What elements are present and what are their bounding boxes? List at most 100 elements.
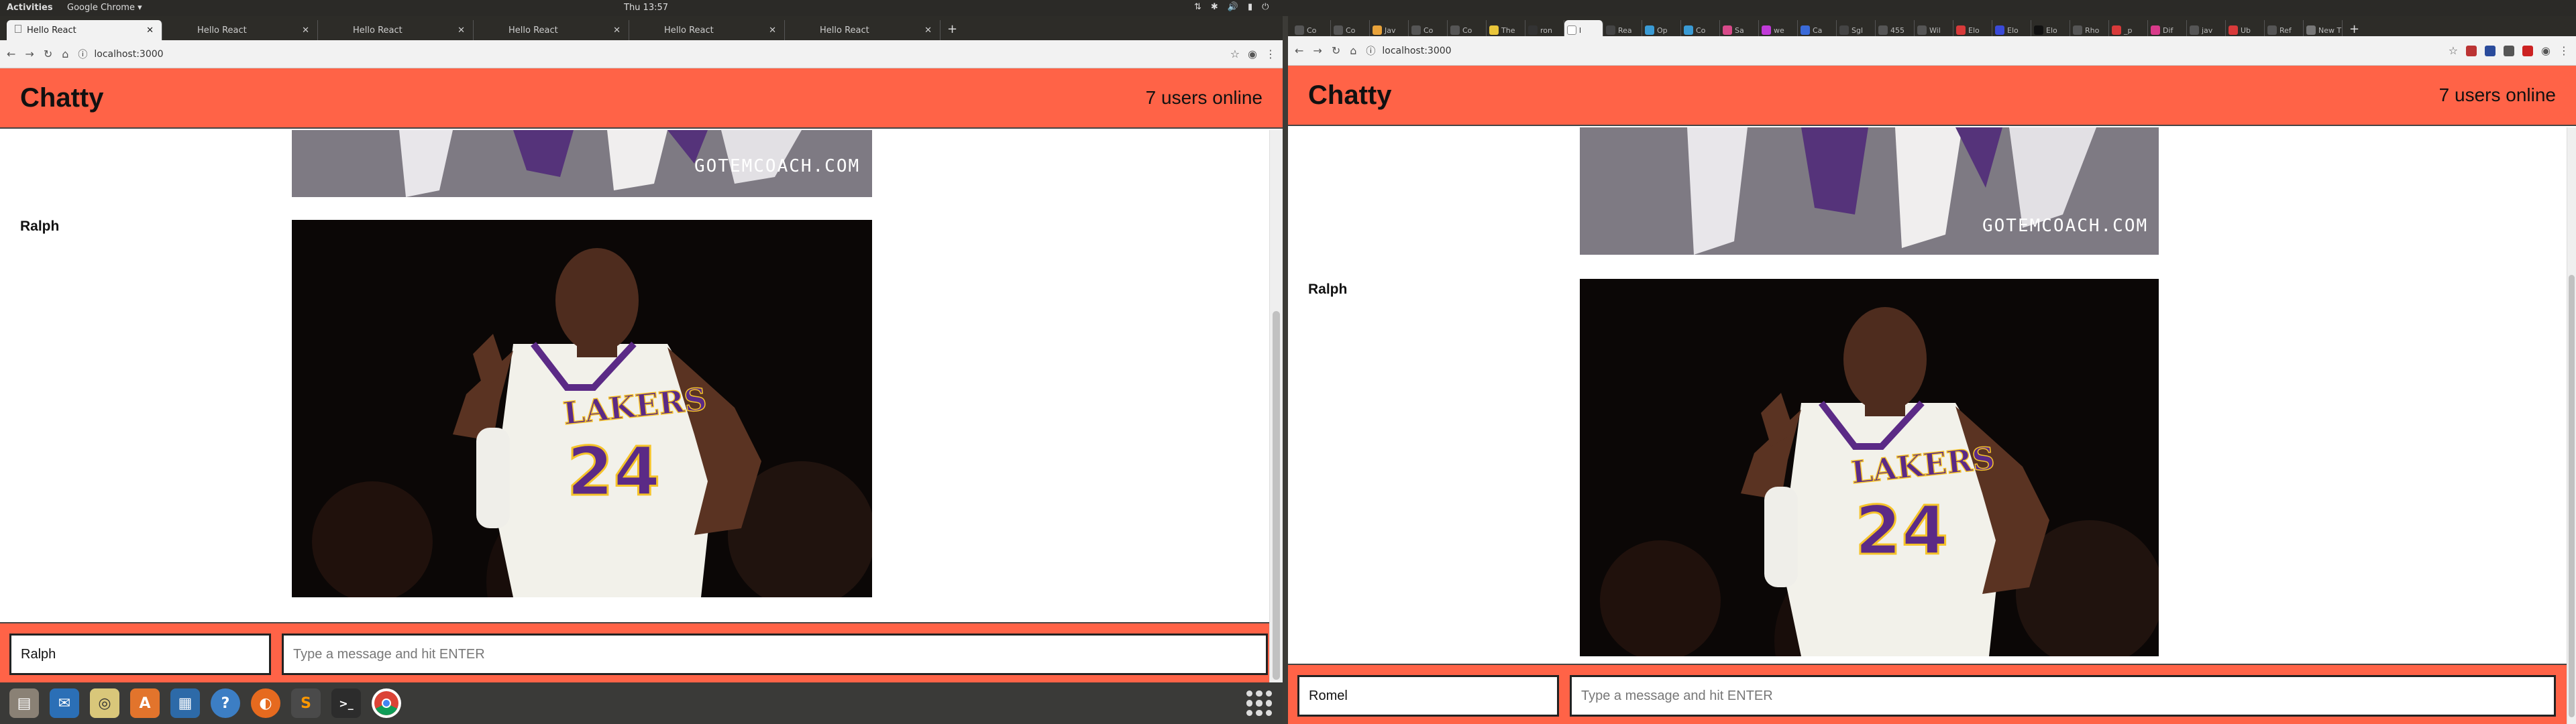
- tab-hello-react-1[interactable]: Hello React ✕: [7, 20, 162, 40]
- thunderbird-icon[interactable]: ✉: [50, 688, 79, 718]
- close-icon[interactable]: ✕: [613, 25, 621, 36]
- files-icon[interactable]: ▤: [9, 688, 39, 718]
- close-icon[interactable]: ✕: [146, 25, 154, 36]
- page-scrollbar[interactable]: [1269, 130, 1283, 682]
- tab-label: Rho: [2085, 25, 2100, 35]
- chat-bar: [1288, 664, 2567, 724]
- rhythmbox-icon[interactable]: ◎: [90, 688, 119, 718]
- page-scrollbar[interactable]: [2567, 127, 2576, 724]
- tab-label: Co: [1307, 25, 1317, 35]
- message-input[interactable]: [1570, 675, 2556, 717]
- close-icon[interactable]: ✕: [302, 25, 309, 36]
- favicon-icon: [2112, 25, 2121, 35]
- favicon-icon: [2190, 25, 2199, 35]
- forward-icon[interactable]: →: [25, 48, 34, 60]
- extension-icon[interactable]: [2504, 45, 2515, 56]
- scrollbar-thumb[interactable]: [2569, 275, 2575, 717]
- tab-hello-react-4[interactable]: Hello React ✕: [474, 20, 629, 40]
- account-icon[interactable]: ◉: [1248, 48, 1257, 60]
- close-icon[interactable]: ✕: [924, 25, 932, 36]
- message-input[interactable]: [282, 634, 1268, 675]
- basketball-photo: GOTEMCOACH.COM: [292, 130, 872, 197]
- close-icon[interactable]: ✕: [458, 25, 465, 36]
- menu-icon[interactable]: ⋮: [2559, 44, 2569, 57]
- reload-icon[interactable]: ↻: [44, 48, 52, 60]
- browser-window-right: Co Co Jav Co Co The ron l Rea Op Co Sa w…: [1288, 16, 2576, 724]
- new-tab-button[interactable]: +: [941, 22, 964, 40]
- toolbar: ← → ↻ ⌂ ⓘ localhost:3000 ☆ ◉ ⋮: [1288, 36, 2576, 66]
- back-icon[interactable]: ←: [7, 48, 15, 60]
- url-text: localhost:3000: [1382, 45, 1452, 56]
- tab-label: Co: [1346, 25, 1356, 35]
- bookmark-star-icon[interactable]: ☆: [1230, 48, 1240, 60]
- chrome-icon[interactable]: [372, 688, 401, 718]
- tab-strip: Hello React ✕ Hello React ✕ Hello React ✕ H…: [0, 16, 1283, 40]
- address-bar[interactable]: ⓘ localhost:3000: [78, 48, 1220, 61]
- page-icon: [1567, 25, 1576, 35]
- home-icon[interactable]: ⌂: [1350, 44, 1356, 57]
- back-icon[interactable]: ←: [1295, 44, 1303, 57]
- tab-label: Hello React: [197, 25, 247, 36]
- tab-label: Co: [1462, 25, 1472, 35]
- sublime-text-icon[interactable]: S: [291, 688, 321, 718]
- brand-title[interactable]: Chatty: [1308, 80, 1391, 111]
- close-icon[interactable]: ✕: [769, 25, 776, 36]
- show-apps-icon[interactable]: [1246, 690, 1272, 716]
- favicon-icon: [1723, 25, 1732, 35]
- scrollbar-thumb[interactable]: [1273, 311, 1280, 680]
- bookmark-star-icon[interactable]: ☆: [2449, 44, 2458, 57]
- message-image[interactable]: LAKERS 24: [1580, 279, 2159, 656]
- home-icon[interactable]: ⌂: [62, 48, 68, 60]
- watermark-text: GOTEMCOACH.COM: [1982, 216, 2148, 236]
- chatty-app: Chatty 7 users online GOTEMCOACH.COM Ral…: [0, 68, 1283, 682]
- favicon-icon: [1801, 25, 1810, 35]
- help-icon[interactable]: ?: [211, 688, 240, 718]
- system-tray[interactable]: ⇅ ✱ 🔊 ▮ ⏻: [1194, 2, 1269, 12]
- favicon-icon: [2306, 25, 2316, 35]
- tab-hello-react-6[interactable]: Hello React ✕: [785, 20, 941, 40]
- terminal-icon[interactable]: >_: [331, 688, 361, 718]
- forward-icon[interactable]: →: [1313, 44, 1322, 57]
- tab-label: Wil: [1929, 25, 1941, 35]
- favicon-icon: [1411, 25, 1421, 35]
- tab-hello-react-2[interactable]: Hello React ✕: [162, 20, 318, 40]
- basketball-photo: GOTEMCOACH.COM: [1580, 127, 2159, 255]
- browser-window-left: Hello React ✕ Hello React ✕ Hello React ✕ H…: [0, 16, 1283, 682]
- navbar: Chatty 7 users online: [1288, 66, 2576, 126]
- power-icon: ⏻: [1262, 2, 1269, 12]
- favicon-icon: [1839, 25, 1849, 35]
- account-icon[interactable]: ◉: [2541, 44, 2551, 57]
- message-list: GOTEMCOACH.COM Ralph LAKERS 24: [1288, 127, 2567, 664]
- address-bar[interactable]: ⓘ localhost:3000: [1366, 44, 2438, 58]
- tab-label: Rea: [1618, 25, 1632, 35]
- extension-icon[interactable]: [2522, 45, 2534, 56]
- tab-label: Hello React: [27, 25, 76, 36]
- software-center-icon[interactable]: A: [130, 688, 160, 718]
- clock[interactable]: Thu 13:57: [624, 3, 668, 13]
- extension-icon[interactable]: [2485, 45, 2496, 56]
- tab-label: Sa: [1735, 25, 1744, 35]
- username-input[interactable]: [1297, 675, 1559, 717]
- tab-label: we: [1774, 25, 1784, 35]
- info-icon: ⓘ: [1366, 46, 1376, 57]
- tab-hello-react-3[interactable]: Hello React ✕: [318, 20, 474, 40]
- tab-label: Sgl: [1851, 25, 1864, 35]
- reload-icon[interactable]: ↻: [1332, 44, 1340, 57]
- username-input[interactable]: [9, 634, 271, 675]
- tab-label: 455: [1890, 25, 1904, 35]
- tab-label: The: [1501, 25, 1515, 35]
- tab-hello-react-5[interactable]: Hello React ✕: [629, 20, 785, 40]
- navbar: Chatty 7 users online: [0, 68, 1283, 129]
- page-icon: [15, 25, 21, 33]
- firefox-icon[interactable]: ◐: [251, 688, 280, 718]
- app-menu[interactable]: Google Chrome ▾: [67, 3, 142, 13]
- activities-button[interactable]: Activities: [7, 3, 53, 13]
- message-image[interactable]: LAKERS 24: [292, 220, 872, 597]
- libreoffice-icon[interactable]: ▦: [170, 688, 200, 718]
- extension-icon[interactable]: [2466, 45, 2477, 56]
- menu-icon[interactable]: ⋮: [1265, 48, 1276, 60]
- favicon-icon: [1762, 25, 1771, 35]
- favicon-icon: [1606, 25, 1615, 35]
- brand-title[interactable]: Chatty: [20, 83, 103, 113]
- tab-label: Co: [1696, 25, 1706, 35]
